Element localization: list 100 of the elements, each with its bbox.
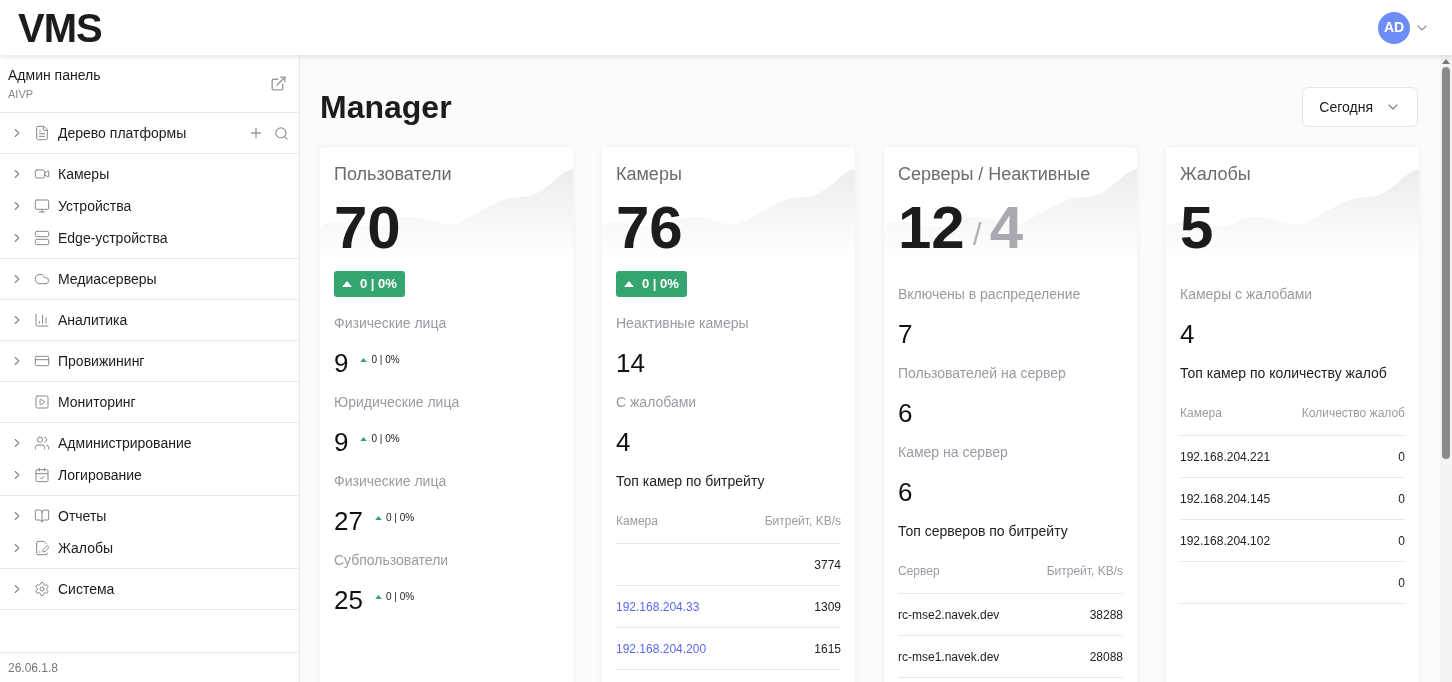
server-icon	[34, 230, 50, 246]
change-badge: 0 | 0%	[334, 271, 405, 297]
metric-value: 6	[898, 477, 913, 507]
metric-value: 9	[334, 427, 349, 457]
card-title: Серверы / Неактивные	[898, 163, 1092, 186]
total-value: 70	[334, 198, 401, 258]
metric-label: Неактивные камеры	[616, 314, 750, 333]
table-cell-text: 28088	[1089, 648, 1123, 666]
column-header: Камера	[616, 513, 658, 530]
up-triangle-icon	[374, 515, 382, 520]
total-value: 12	[898, 198, 965, 258]
total-value: 76	[616, 198, 683, 258]
column-header: Битрейт, KB/s	[764, 513, 841, 530]
metric-value: 4	[1180, 319, 1195, 349]
total-value: 5	[1180, 198, 1214, 258]
nav-item[interactable]: Логирование	[0, 459, 299, 491]
settings-icon	[34, 581, 50, 597]
table-title: Топ камер по битрейту	[616, 472, 766, 491]
table-cell-text: 3774	[814, 556, 841, 574]
sidebar-subtitle: AIVP	[8, 86, 35, 102]
up-triangle-icon	[624, 281, 634, 287]
table-cell-text: rc-mse1.navek.dev	[898, 648, 1000, 666]
column-header: Камера	[1180, 405, 1222, 422]
up-triangle-icon	[360, 436, 368, 441]
metric-label: С жалобами	[616, 393, 698, 412]
version-label: 26.06.1.8	[0, 652, 299, 682]
search-icon[interactable]	[274, 125, 289, 141]
metric-label: Юридические лица	[334, 393, 461, 412]
metric-change: 0 | 0%	[371, 353, 400, 367]
nav-item[interactable]: Отчеты	[0, 500, 299, 532]
card-title: Пользователи	[334, 163, 453, 186]
slash: /	[972, 215, 982, 254]
column-header: Количество жалоб	[1301, 405, 1405, 422]
calendar-icon	[34, 467, 50, 483]
column-header: Сервер	[898, 563, 940, 580]
camera-icon	[34, 166, 50, 182]
card-title: Жалобы	[1180, 163, 1252, 186]
table-cell-text: 38288	[1089, 606, 1123, 624]
up-triangle-icon	[360, 357, 368, 362]
nav-item[interactable]: Edge-устройства	[0, 222, 299, 254]
metric-label: Камеры с жалобами	[1180, 285, 1314, 304]
nav-item[interactable]: Мониторинг	[0, 386, 299, 418]
table-cell-text: 192.168.204.102	[1180, 532, 1271, 550]
plus-icon[interactable]	[248, 125, 264, 141]
file-edit-icon	[34, 540, 50, 556]
play-icon	[34, 394, 50, 410]
metric-label: Физические лица	[334, 314, 448, 333]
table-cell-text: rc-mse2.navek.dev	[898, 606, 1000, 624]
nav-item[interactable]: Устройства	[0, 190, 299, 222]
chart-icon	[34, 312, 50, 328]
column-header: Битрейт, KB/s	[1046, 563, 1123, 580]
table-cell-text: 0	[1398, 490, 1405, 508]
up-triangle-icon	[342, 281, 352, 287]
table-cell-text: 1615	[814, 640, 841, 658]
nav-item[interactable]: Администрирование	[0, 427, 299, 459]
metric-value: 4	[616, 427, 631, 457]
scrollbar[interactable]	[1440, 55, 1452, 682]
table-cell-text: 1309	[814, 598, 841, 616]
document-icon	[34, 125, 50, 141]
book-icon	[34, 508, 50, 524]
nav-item[interactable]: Аналитика	[0, 304, 299, 336]
table-cell-text: 192.168.204.145	[1180, 490, 1271, 508]
monitor-icon	[34, 198, 50, 214]
metric-value: 14	[616, 348, 645, 378]
sidebar-title: Админ панель	[8, 65, 101, 85]
inactive-value: 4	[989, 198, 1023, 258]
metric-label: Включены в распределение	[898, 285, 1082, 304]
metric-label: Физические лица	[334, 472, 448, 491]
metric-value: 7	[898, 319, 913, 349]
metric-label: Пользователей на сервер	[898, 364, 1067, 383]
table-title: Топ серверов по битрейту	[898, 522, 1069, 541]
metric-value: 9	[334, 348, 349, 378]
table-cell-text: 192.168.204.221	[1180, 448, 1271, 466]
scroll-up-icon[interactable]	[1442, 59, 1450, 64]
nav-item[interactable]: Жалобы	[0, 532, 299, 564]
metric-value: 6	[898, 398, 913, 428]
nav-item[interactable]: Провижининг	[0, 345, 299, 377]
card-icon	[34, 353, 50, 369]
metric-value: 25	[334, 585, 363, 615]
card-title: Камеры	[616, 163, 683, 186]
logo[interactable]: VMS	[18, 7, 102, 48]
metric-change: 0 | 0%	[385, 511, 415, 525]
table-cell-text: 0	[1398, 448, 1405, 466]
metric-label: Камер на сервер	[898, 443, 1009, 462]
metric-value: 27	[334, 506, 363, 536]
page-title: Manager	[320, 88, 452, 127]
nav-item[interactable]: Камеры	[0, 158, 299, 190]
up-triangle-icon	[374, 594, 382, 599]
nav-item[interactable]: Дерево платформы	[0, 117, 299, 149]
table-title: Топ камер по количеству жалоб	[1180, 364, 1388, 383]
cloud-icon	[34, 271, 50, 287]
period-dropdown[interactable]: Сегодня	[1302, 87, 1418, 127]
nav-item[interactable]: Медиасерверы	[0, 263, 299, 295]
camera-link[interactable]: 192.168.204.200	[616, 639, 707, 658]
camera-link[interactable]: 192.168.204.33	[616, 597, 700, 616]
table-cell-text: 0	[1398, 574, 1405, 592]
metric-change: 0 | 0%	[385, 590, 415, 604]
external-link-icon[interactable]	[270, 75, 287, 92]
users-icon	[34, 435, 50, 451]
nav-item[interactable]: Система	[0, 573, 299, 605]
